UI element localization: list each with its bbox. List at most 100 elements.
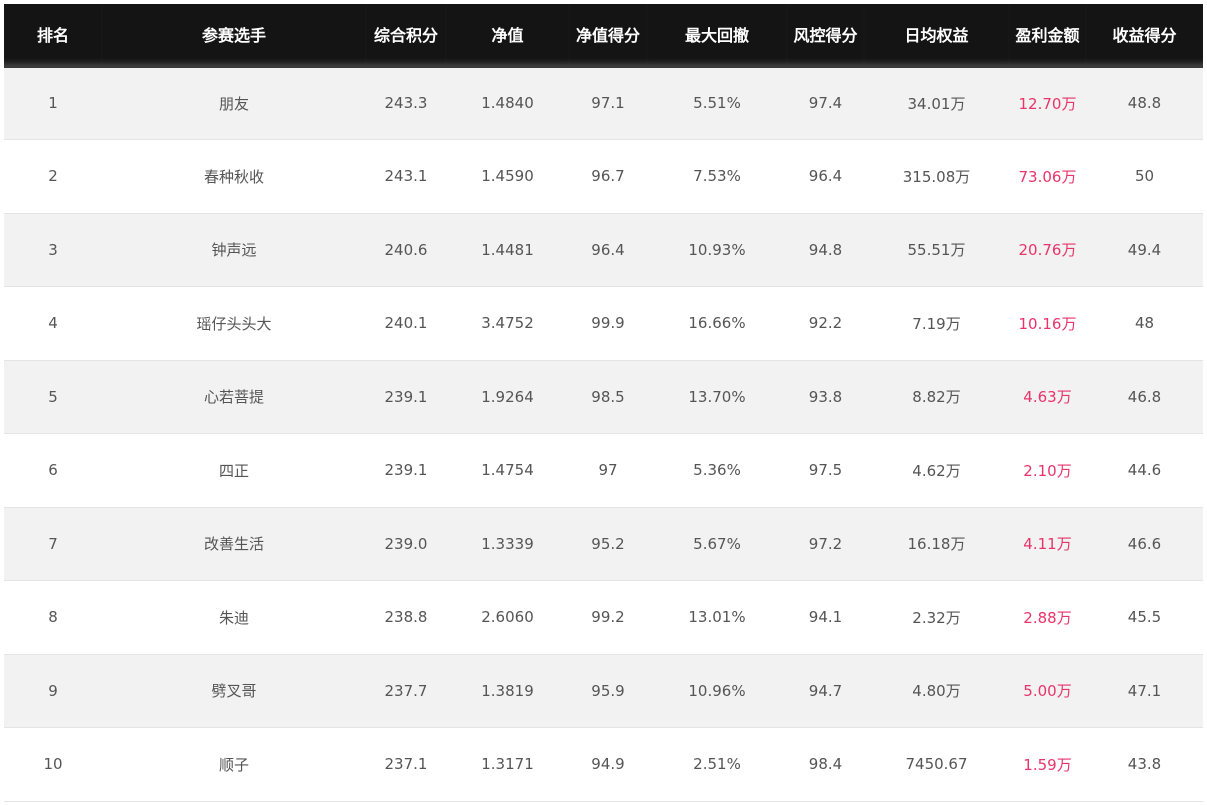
daily-equity-cell: 4.62万 bbox=[864, 433, 1009, 508]
daily-equity-cell: 7.19万 bbox=[864, 286, 1009, 361]
net-value-cell: 1.4754 bbox=[446, 433, 569, 508]
profit-cell: 1.59万 bbox=[1009, 727, 1086, 802]
net-value-cell: 1.4590 bbox=[446, 139, 569, 214]
player-cell: 朋友 bbox=[102, 66, 366, 140]
profit-cell: 73.06万 bbox=[1009, 139, 1086, 214]
header-row: 排名 参赛选手 综合积分 净值 净值得分 最大回撤 风控得分 日均权益 盈利金额… bbox=[4, 4, 1203, 68]
risk-score-cell: 92.2 bbox=[787, 286, 864, 361]
net-value-cell: 1.9264 bbox=[446, 360, 569, 434]
max-drawdown-cell: 5.51% bbox=[647, 66, 787, 140]
risk-score-cell: 98.4 bbox=[787, 727, 864, 802]
risk-score-cell: 94.1 bbox=[787, 580, 864, 655]
profit-cell: 12.70万 bbox=[1009, 66, 1086, 140]
daily-equity-cell: 315.08万 bbox=[864, 139, 1009, 214]
total-score-cell: 243.1 bbox=[366, 139, 446, 214]
rank-cell: 2 bbox=[4, 139, 102, 214]
rank-cell: 7 bbox=[4, 507, 102, 581]
table-body: 1 朋友 243.3 1.4840 97.1 5.51% 97.4 34.01万 12.70万 4… bbox=[4, 66, 1203, 802]
total-score-cell: 240.6 bbox=[366, 213, 446, 287]
player-cell: 春种秋收 bbox=[102, 139, 366, 214]
rank-cell: 1 bbox=[4, 66, 102, 140]
rank-cell: 9 bbox=[4, 654, 102, 728]
net-value-cell: 1.3819 bbox=[446, 654, 569, 728]
max-drawdown-cell: 5.36% bbox=[647, 433, 787, 508]
total-score-cell: 243.3 bbox=[366, 66, 446, 140]
max-drawdown-cell: 13.70% bbox=[647, 360, 787, 434]
rank-cell: 5 bbox=[4, 360, 102, 434]
net-value-score-cell: 96.4 bbox=[569, 213, 647, 287]
player-cell: 改善生活 bbox=[102, 507, 366, 581]
total-score-cell: 237.7 bbox=[366, 654, 446, 728]
net-value-cell: 3.4752 bbox=[446, 286, 569, 361]
net-value-score-cell: 96.7 bbox=[569, 139, 647, 214]
player-cell: 顺子 bbox=[102, 727, 366, 802]
return-score-cell: 45.5 bbox=[1086, 580, 1203, 655]
return-score-cell: 43.8 bbox=[1086, 727, 1203, 802]
total-score-cell: 237.1 bbox=[366, 727, 446, 802]
table-row: 4 瑶仔头头大 240.1 3.4752 99.9 16.66% 92.2 7.19万 10.1… bbox=[4, 286, 1203, 361]
header-risk-score: 风控得分 bbox=[787, 4, 864, 68]
risk-score-cell: 97.4 bbox=[787, 66, 864, 140]
rank-cell: 8 bbox=[4, 580, 102, 655]
return-score-cell: 44.6 bbox=[1086, 433, 1203, 508]
max-drawdown-cell: 10.96% bbox=[647, 654, 787, 728]
risk-score-cell: 93.8 bbox=[787, 360, 864, 434]
profit-cell: 5.00万 bbox=[1009, 654, 1086, 728]
table-row: 1 朋友 243.3 1.4840 97.1 5.51% 97.4 34.01万 12.70万 4… bbox=[4, 66, 1203, 140]
return-score-cell: 48.8 bbox=[1086, 66, 1203, 140]
header-net-value: 净值 bbox=[446, 4, 569, 68]
table-row: 10 顺子 237.1 1.3171 94.9 2.51% 98.4 7450.67 1.59万… bbox=[4, 727, 1203, 802]
leaderboard-table: 排名 参赛选手 综合积分 净值 净值得分 最大回撤 风控得分 日均权益 盈利金额… bbox=[4, 4, 1203, 802]
total-score-cell: 238.8 bbox=[366, 580, 446, 655]
player-cell: 四正 bbox=[102, 433, 366, 508]
table-row: 9 劈叉哥 237.7 1.3819 95.9 10.96% 94.7 4.80万 5.00万 4… bbox=[4, 654, 1203, 728]
net-value-score-cell: 99.9 bbox=[569, 286, 647, 361]
risk-score-cell: 96.4 bbox=[787, 139, 864, 214]
net-value-cell: 1.4840 bbox=[446, 66, 569, 140]
daily-equity-cell: 7450.67 bbox=[864, 727, 1009, 802]
player-cell: 朱迪 bbox=[102, 580, 366, 655]
player-cell: 心若菩提 bbox=[102, 360, 366, 434]
net-value-score-cell: 94.9 bbox=[569, 727, 647, 802]
net-value-score-cell: 97 bbox=[569, 433, 647, 508]
total-score-cell: 239.0 bbox=[366, 507, 446, 581]
max-drawdown-cell: 7.53% bbox=[647, 139, 787, 214]
net-value-score-cell: 95.9 bbox=[569, 654, 647, 728]
header-net-value-score: 净值得分 bbox=[569, 4, 647, 68]
table-row: 6 四正 239.1 1.4754 97 5.36% 97.5 4.62万 2.10万 44.6 bbox=[4, 433, 1203, 508]
table-row: 5 心若菩提 239.1 1.9264 98.5 13.70% 93.8 8.82万 4.63万… bbox=[4, 360, 1203, 434]
net-value-score-cell: 99.2 bbox=[569, 580, 647, 655]
total-score-cell: 240.1 bbox=[366, 286, 446, 361]
total-score-cell: 239.1 bbox=[366, 360, 446, 434]
net-value-cell: 1.4481 bbox=[446, 213, 569, 287]
return-score-cell: 49.4 bbox=[1086, 213, 1203, 287]
max-drawdown-cell: 5.67% bbox=[647, 507, 787, 581]
rank-cell: 4 bbox=[4, 286, 102, 361]
profit-cell: 2.88万 bbox=[1009, 580, 1086, 655]
header-total-score: 综合积分 bbox=[366, 4, 446, 68]
return-score-cell: 47.1 bbox=[1086, 654, 1203, 728]
daily-equity-cell: 16.18万 bbox=[864, 507, 1009, 581]
total-score-cell: 239.1 bbox=[366, 433, 446, 508]
return-score-cell: 46.8 bbox=[1086, 360, 1203, 434]
net-value-score-cell: 95.2 bbox=[569, 507, 647, 581]
net-value-cell: 2.6060 bbox=[446, 580, 569, 655]
header-return-score: 收益得分 bbox=[1086, 4, 1203, 68]
profit-cell: 20.76万 bbox=[1009, 213, 1086, 287]
risk-score-cell: 94.7 bbox=[787, 654, 864, 728]
header-rank: 排名 bbox=[4, 4, 102, 68]
max-drawdown-cell: 16.66% bbox=[647, 286, 787, 361]
table-row: 2 春种秋收 243.1 1.4590 96.7 7.53% 96.4 315.08万 73.0… bbox=[4, 139, 1203, 214]
profit-cell: 10.16万 bbox=[1009, 286, 1086, 361]
rank-cell: 6 bbox=[4, 433, 102, 508]
net-value-score-cell: 98.5 bbox=[569, 360, 647, 434]
risk-score-cell: 94.8 bbox=[787, 213, 864, 287]
rank-cell: 10 bbox=[4, 727, 102, 802]
daily-equity-cell: 4.80万 bbox=[864, 654, 1009, 728]
table-row: 3 钟声远 240.6 1.4481 96.4 10.93% 94.8 55.51万 20.76… bbox=[4, 213, 1203, 287]
max-drawdown-cell: 10.93% bbox=[647, 213, 787, 287]
net-value-score-cell: 97.1 bbox=[569, 66, 647, 140]
player-cell: 钟声远 bbox=[102, 213, 366, 287]
net-value-cell: 1.3339 bbox=[446, 507, 569, 581]
daily-equity-cell: 2.32万 bbox=[864, 580, 1009, 655]
